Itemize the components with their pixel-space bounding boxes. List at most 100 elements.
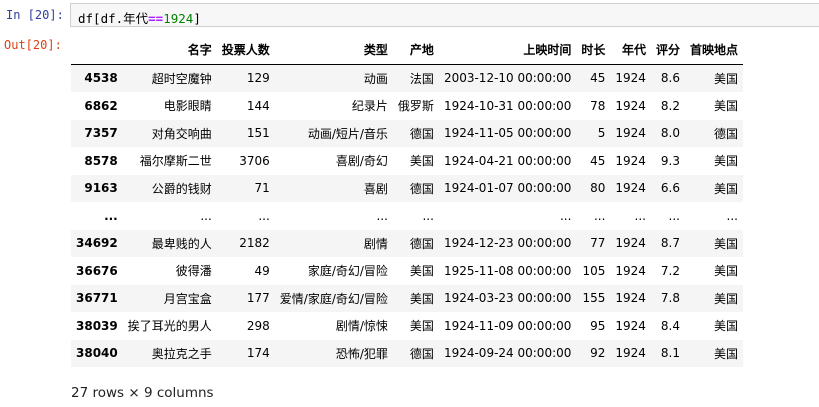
table-cell: 美国 [713, 181, 738, 196]
column-header: 投票人数 [216, 36, 275, 65]
table-cell: ... [593, 208, 606, 223]
table-cell: 92 [590, 346, 606, 361]
table-cell: 1924 [615, 346, 646, 361]
table-cell: 3706 [239, 153, 270, 168]
table-cell: ... [726, 208, 738, 223]
table-cell: 1924-04-21 00:00:00 [443, 153, 572, 168]
table-cell: 45 [590, 153, 606, 168]
column-header: 时长 [576, 36, 611, 65]
table-cell: ... [559, 208, 572, 223]
table-cell: 美国 [713, 264, 738, 279]
table-cell: 超时空魔钟 [151, 71, 212, 86]
table-cell: 俄罗斯 [397, 99, 434, 114]
table-cell: 1924-09-24 00:00:00 [443, 346, 572, 361]
input-cell[interactable]: In [20]: df[df.年代==1924] [0, 0, 819, 30]
column-header: 类型 [274, 36, 393, 65]
table-cell: 1924-11-05 00:00:00 [443, 126, 572, 141]
table-row: 36676 彼得潘 49 家庭/奇幻/冒险 美国 1925-11-08 00:00:00 1… [71, 257, 743, 285]
table-cell: 彼得潘 [175, 264, 212, 279]
table-cell: 纪录片 [351, 99, 388, 114]
column-header: 首映地点 [684, 36, 743, 65]
row-index: 36676 [76, 263, 118, 278]
table-cell: ... [376, 208, 388, 223]
table-row: 9163 公爵的钱财 71 喜剧 德国 1924-01-07 00:00:00 80 1924… [71, 174, 743, 202]
table-cell: 155 [582, 291, 606, 306]
table-cell: 美国 [713, 71, 738, 86]
table-cell: ... [634, 208, 646, 223]
table-cell: 8.6 [660, 71, 680, 86]
column-header: 产地 [392, 36, 439, 65]
table-cell: 78 [590, 98, 606, 113]
table-cell: 电影眼睛 [163, 99, 212, 114]
table-cell: 49 [254, 263, 270, 278]
table-cell: 1925-11-08 00:00:00 [443, 263, 572, 278]
table-cell: ... [668, 208, 680, 223]
row-index: 9163 [84, 181, 118, 196]
row-index: 8578 [84, 153, 118, 168]
table-cell: 德国 [409, 126, 434, 141]
table-cell: 挨了耳光的男人 [127, 319, 212, 334]
table-cell: 144 [246, 98, 270, 113]
table-cell: 德国 [409, 181, 434, 196]
table-cell: 1924-12-23 00:00:00 [443, 236, 572, 251]
table-cell: 1924 [615, 236, 646, 251]
table-cell: ... [200, 208, 212, 223]
table-cell: 8.2 [660, 98, 680, 113]
table-cell: 105 [582, 263, 606, 278]
table-cell: 家庭/奇幻/冒险 [307, 264, 388, 279]
table-cell: 298 [246, 318, 270, 333]
table-row: 7357 对角交响曲 151 动画/短片/音乐 德国 1924-11-05 00:00:0… [71, 119, 743, 147]
column-header: 评分 [650, 36, 685, 65]
table-cell: 1924-10-31 00:00:00 [443, 98, 572, 113]
table-cell: 1924 [615, 98, 646, 113]
table-cell: 剧情 [363, 236, 388, 251]
table-cell: 德国 [409, 236, 434, 251]
table-cell: 爱情/家庭/奇幻/冒险 [279, 291, 388, 306]
table-row: 34692 最卑贱的人 2182 剧情 德国 1924-12-23 00:00:00 77 1… [71, 229, 743, 257]
table-cell: 151 [246, 126, 270, 141]
table-cell: 2182 [239, 236, 270, 251]
table-cell: 5 [597, 126, 606, 141]
table-cell: 6.6 [660, 181, 680, 196]
table-cell: 1924 [615, 153, 646, 168]
table-cell: 1924-03-23 00:00:00 [443, 291, 572, 306]
table-cell: 1924 [615, 71, 646, 86]
table-cell: 8.0 [660, 126, 680, 141]
row-index: 38039 [76, 318, 118, 333]
code-editor[interactable]: df[df.年代==1924] [70, 3, 819, 27]
table-cell: 美国 [713, 154, 738, 169]
table-cell: 1924 [615, 291, 646, 306]
table-cell: 德国 [409, 346, 434, 361]
table-cell: 奥拉克之手 [151, 346, 212, 361]
table-cell: ... [422, 208, 434, 223]
row-index: 34692 [76, 236, 118, 251]
table-cell: 公爵的钱财 [151, 181, 212, 196]
row-index: ... [104, 208, 118, 223]
row-index: 4538 [84, 71, 118, 86]
row-index: 36771 [76, 291, 118, 306]
table-cell: 80 [590, 181, 606, 196]
table-cell: 177 [246, 291, 270, 306]
code-text: df[df.年代==1924] [78, 8, 201, 27]
dataframe-shape: 27 rows × 9 columns [71, 385, 214, 401]
input-prompt: In [20]: [6, 8, 64, 22]
table-cell: 95 [590, 318, 606, 333]
table-cell: 美国 [409, 264, 434, 279]
column-header: 名字 [122, 36, 217, 65]
code-operator: == [148, 11, 164, 26]
table-row: .............................. [71, 202, 743, 230]
row-index: 6862 [84, 98, 118, 113]
code-number: 1924 [163, 11, 194, 26]
table-cell: 174 [246, 346, 270, 361]
table-cell: 月宫宝盒 [163, 291, 212, 306]
table-cell: 1924-11-09 00:00:00 [443, 318, 572, 333]
table-row: 36771 月宫宝盒 177 爱情/家庭/奇幻/冒险 美国 1924-03-23 00:0… [71, 284, 743, 312]
table-cell: ... [258, 208, 270, 223]
table-cell: 1924-01-07 00:00:00 [443, 181, 572, 196]
table-cell: 美国 [713, 346, 738, 361]
table-cell: 1924 [615, 181, 646, 196]
table-cell: 动画 [363, 71, 388, 86]
table-cell: 美国 [713, 291, 738, 306]
code-suffix: ] [193, 11, 201, 26]
table-cell: 7.8 [660, 291, 680, 306]
